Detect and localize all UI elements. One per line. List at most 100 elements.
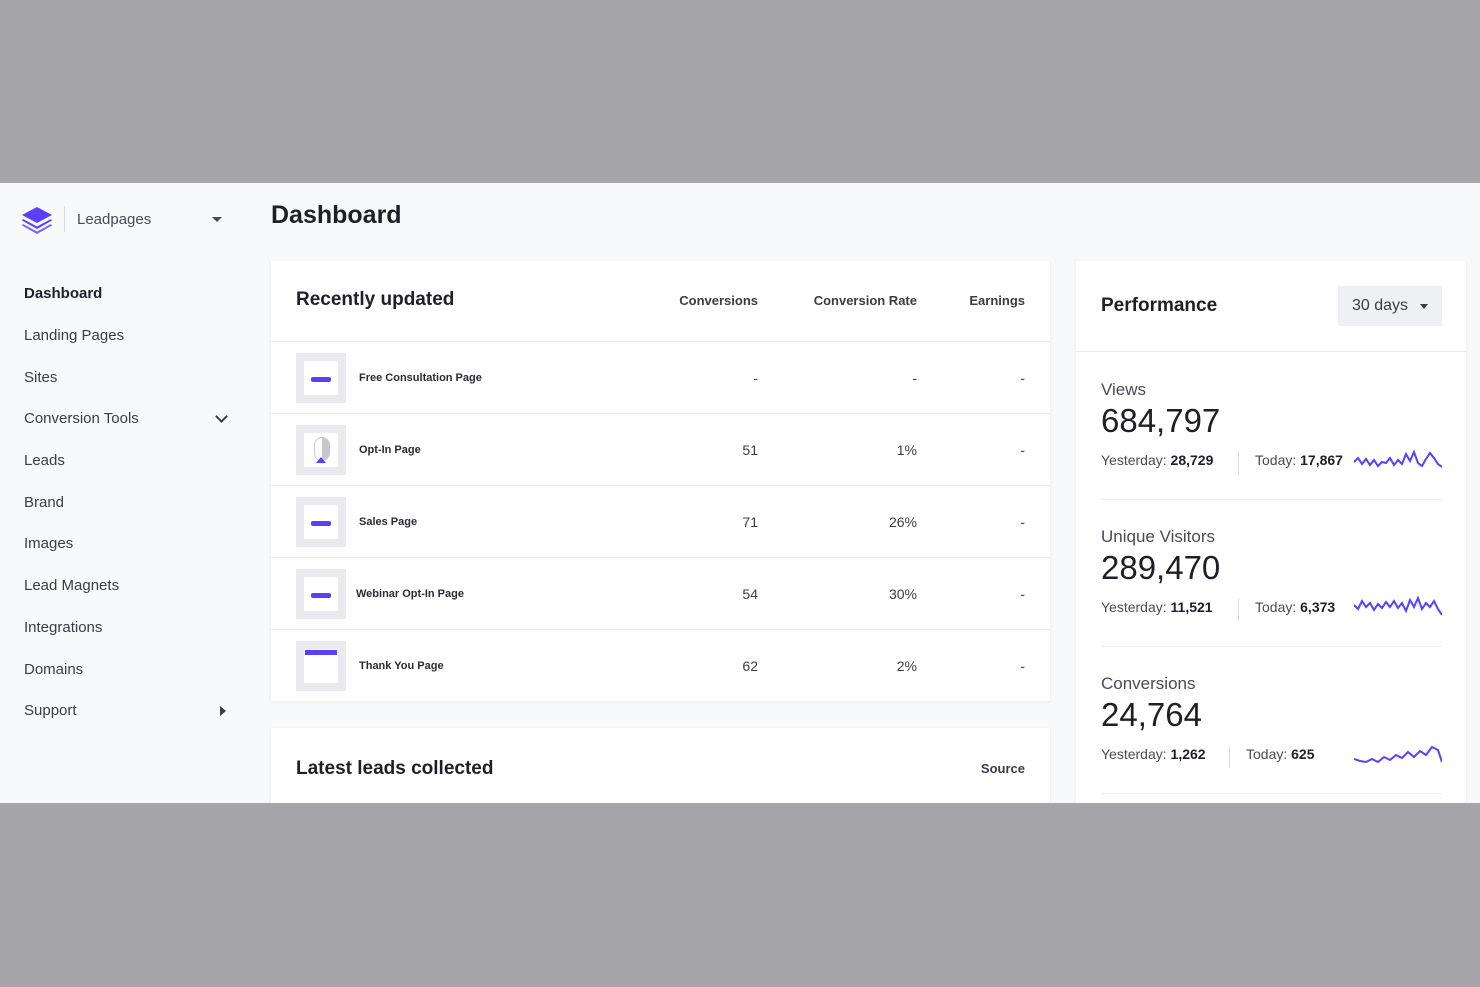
conversions-value: -: [753, 370, 758, 386]
sidebar-item-integrations[interactable]: Integrations: [24, 607, 234, 649]
leadpages-logo-icon: [22, 207, 52, 234]
recently-updated-card: Recently updated Conversions Conversion …: [271, 261, 1050, 701]
conversion-rate-value: -: [912, 370, 917, 386]
sidebar-nav: Dashboard Landing Pages Sites Conversion…: [24, 273, 234, 732]
metric-divider: [1238, 452, 1239, 474]
page-name[interactable]: Opt-In Page: [359, 444, 421, 456]
sparkline-chart: [1354, 745, 1442, 764]
metric-value: 24,764: [1101, 696, 1202, 733]
sidebar-item-images[interactable]: Images: [24, 523, 234, 565]
metric-value: 289,470: [1101, 549, 1221, 586]
sidebar-item-label: Conversion Tools: [24, 410, 139, 428]
page-thumbnail: [296, 569, 346, 619]
page-thumbnail: [296, 425, 346, 475]
metric-unique-visitors: Unique Visitors 289,470 Yesterday: 11,52…: [1101, 499, 1442, 647]
column-header-conversion-rate[interactable]: Conversion Rate: [814, 293, 917, 308]
table-header: Recently updated Conversions Conversion …: [271, 261, 1050, 342]
metric-label: Views: [1101, 380, 1147, 399]
sidebar-item-label: Images: [24, 535, 74, 553]
earnings-value: -: [1020, 514, 1025, 530]
conversions-value: 51: [742, 442, 758, 458]
conversions-value: 54: [742, 586, 758, 602]
thumbnail-bar-icon: [311, 521, 331, 526]
sidebar-item-label: Landing Pages: [24, 327, 125, 345]
sidebar-item-domains[interactable]: Domains: [24, 648, 234, 690]
page-thumbnail: [296, 497, 346, 547]
account-name: Leadpages: [77, 210, 152, 228]
page-thumbnail: [296, 641, 346, 691]
conversions-value: 62: [742, 658, 758, 674]
performance-header: Performance 30 days: [1076, 261, 1466, 352]
performance-card: Performance 30 days Views 684,797 Yester…: [1076, 261, 1466, 803]
conversions-value: 71: [742, 514, 758, 530]
column-header-conversions[interactable]: Conversions: [679, 293, 758, 308]
table-row[interactable]: Free Consultation Page - - -: [271, 342, 1050, 414]
app-window: Leadpages Dashboard Landing Pages Sites …: [0, 183, 1480, 803]
thumbnail-header-icon: [305, 650, 337, 655]
table-row[interactable]: Thank You Page 62 2% -: [271, 630, 1050, 701]
metric-divider: [1238, 599, 1239, 621]
sidebar-item-label: Dashboard: [24, 285, 103, 303]
sidebar-item-landing-pages[interactable]: Landing Pages: [24, 315, 234, 357]
sidebar-item-dashboard[interactable]: Dashboard: [24, 273, 234, 315]
metric-value: 684,797: [1101, 402, 1221, 439]
account-switcher[interactable]: Leadpages: [20, 203, 230, 235]
sidebar-item-lead-magnets[interactable]: Lead Magnets: [24, 565, 234, 607]
brand-divider: [64, 206, 65, 232]
caret-down-icon[interactable]: [212, 216, 222, 222]
caret-down-icon: [1420, 303, 1429, 309]
page-name[interactable]: Free Consultation Page: [359, 372, 482, 384]
sparkline-chart: [1354, 449, 1442, 468]
card-title: Performance: [1101, 295, 1218, 316]
column-header-source[interactable]: Source: [981, 761, 1025, 776]
sidebar-item-label: Integrations: [24, 618, 103, 636]
sidebar-item-support[interactable]: Support: [24, 690, 234, 732]
page-title: Dashboard: [271, 201, 402, 229]
sidebar-item-label: Sites: [24, 368, 58, 386]
sidebar-item-brand[interactable]: Brand: [24, 481, 234, 523]
thumbnail-triangle-icon: [316, 457, 326, 463]
table-row[interactable]: Opt-In Page 51 1% -: [271, 414, 1050, 486]
page-thumbnail: [296, 353, 346, 403]
card-title: Latest leads collected: [296, 758, 494, 779]
sidebar-item-label: Brand: [24, 493, 65, 511]
sidebar-item-label: Leads: [24, 452, 65, 470]
sidebar-item-sites[interactable]: Sites: [24, 356, 234, 398]
page-name[interactable]: Webinar Opt-In Page: [356, 588, 464, 600]
conversion-rate-value: 2%: [896, 658, 917, 674]
metric-label: Unique Visitors: [1101, 527, 1216, 546]
date-range-label: 30 days: [1351, 297, 1409, 314]
conversion-rate-value: 26%: [888, 514, 917, 530]
thumbnail-bar-icon: [311, 593, 331, 598]
metric-today: Today: 625: [1246, 746, 1315, 762]
conversion-rate-value: 1%: [896, 442, 917, 458]
earnings-value: -: [1020, 658, 1025, 674]
sparkline-chart: [1354, 595, 1442, 616]
earnings-value: -: [1020, 586, 1025, 602]
caret-right-icon[interactable]: [220, 705, 226, 716]
earnings-value: -: [1020, 442, 1025, 458]
metric-label: Conversions: [1101, 674, 1196, 693]
metric-divider: [1229, 746, 1230, 768]
column-header-earnings[interactable]: Earnings: [969, 293, 1025, 308]
table-row[interactable]: Webinar Opt-In Page 54 30% -: [271, 558, 1050, 630]
page-name[interactable]: Sales Page: [359, 516, 417, 528]
metric-yesterday: Yesterday: 28,729: [1101, 452, 1214, 468]
sidebar-item-conversion-tools[interactable]: Conversion Tools: [24, 398, 234, 440]
sidebar-item-label: Support: [24, 702, 77, 720]
sidebar: Leadpages Dashboard Landing Pages Sites …: [0, 183, 250, 803]
sidebar-item-leads[interactable]: Leads: [24, 440, 234, 482]
earnings-value: -: [1020, 370, 1025, 386]
sidebar-item-label: Domains: [24, 660, 84, 678]
latest-leads-card: Latest leads collected Source: [271, 728, 1050, 803]
page-name[interactable]: Thank You Page: [359, 660, 444, 672]
metric-yesterday: Yesterday: 1,262: [1101, 746, 1206, 762]
metric-conversions: Conversions 24,764 Yesterday: 1,262 Toda…: [1101, 646, 1442, 794]
card-title: Recently updated: [296, 289, 455, 310]
sidebar-item-label: Lead Magnets: [24, 577, 120, 595]
date-range-dropdown[interactable]: 30 days: [1338, 286, 1442, 326]
metric-today: Today: 17,867: [1255, 452, 1343, 468]
chevron-down-icon[interactable]: [215, 410, 228, 423]
table-row[interactable]: Sales Page 71 26% -: [271, 486, 1050, 558]
thumbnail-bar-icon: [311, 377, 331, 382]
